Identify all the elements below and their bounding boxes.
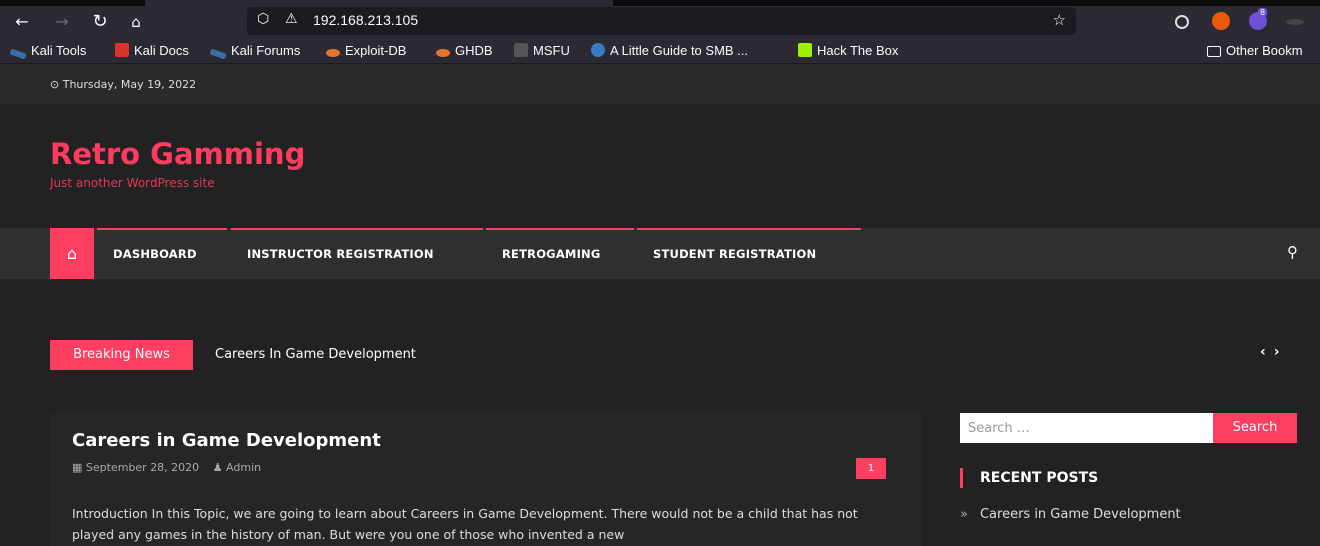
- bookmark-ghdb[interactable]: GHDB: [436, 43, 493, 58]
- search-input[interactable]: [960, 413, 1213, 443]
- folder-icon: [1207, 46, 1221, 57]
- search-button[interactable]: Search: [1213, 413, 1297, 443]
- msfu-icon: [514, 43, 528, 57]
- url-text[interactable]: 192.168.213.105: [313, 12, 418, 28]
- extension-badge: 8: [1258, 8, 1268, 17]
- url-bar[interactable]: ⬡ ⚠ 192.168.213.105 ☆: [247, 7, 1076, 35]
- home-icon: ⌂: [66, 244, 78, 263]
- browser-toolbar: ← → ↻ ⌂ ⬡ ⚠ 192.168.213.105 ☆ 8: [0, 6, 1320, 38]
- comment-count-badge[interactable]: 1: [856, 458, 886, 479]
- hackthebox-icon: [798, 43, 812, 57]
- site-tagline: Just another WordPress site: [50, 176, 215, 190]
- extension-hat-icon[interactable]: [1286, 19, 1304, 25]
- forward-arrow-icon[interactable]: →: [50, 10, 74, 34]
- breaking-news-headline[interactable]: Careers In Game Development: [215, 347, 416, 362]
- home-menu-button[interactable]: ⌂: [50, 228, 94, 279]
- article-title[interactable]: Careers in Game Development: [72, 430, 381, 451]
- bookmark-smb-guide[interactable]: A Little Guide to SMB ...: [591, 43, 748, 58]
- double-chevron-icon: »: [960, 507, 968, 522]
- bookmark-star-icon[interactable]: ☆: [1053, 11, 1066, 29]
- bookmark-hack-the-box[interactable]: Hack The Box: [798, 43, 898, 58]
- home-icon[interactable]: ⌂: [124, 10, 148, 34]
- menu-item-instructor-registration[interactable]: INSTRUCTOR REGISTRATION: [231, 228, 483, 279]
- article-author[interactable]: Admin: [226, 461, 261, 474]
- calendar-icon: ▦: [72, 461, 86, 474]
- bookmark-kali-docs[interactable]: Kali Docs: [115, 43, 189, 58]
- menu-item-student-registration[interactable]: STUDENT REGISTRATION: [637, 228, 861, 279]
- kali-icon: [209, 48, 227, 60]
- search-icon[interactable]: ⚲: [1287, 243, 1298, 261]
- ticker-controls: ‹›: [1260, 344, 1288, 360]
- bookmark-kali-forums[interactable]: Kali Forums: [209, 43, 300, 60]
- article-date[interactable]: September 28, 2020: [86, 461, 199, 474]
- kali-icon: [9, 48, 27, 60]
- article-meta: ▦ September 28, 2020 ♟ Admin: [72, 461, 261, 474]
- menu-item-retrogaming[interactable]: RETROGAMING: [486, 228, 634, 279]
- bookmarks-toolbar: Kali Tools Kali Docs Kali Forums Exploit…: [0, 38, 1320, 64]
- article-excerpt: Introduction In this Topic, we are going…: [72, 506, 858, 542]
- bookmark-msfu[interactable]: MSFU: [514, 43, 570, 58]
- menu-item-dashboard[interactable]: DASHBOARD: [97, 228, 227, 279]
- chevron-left-icon[interactable]: ‹: [1260, 344, 1274, 360]
- site-top-bar: ⊙ Thursday, May 19, 2022: [0, 64, 1320, 104]
- chevron-right-icon[interactable]: ›: [1274, 344, 1288, 360]
- breaking-news-label: Breaking News: [50, 340, 193, 370]
- ghdb-icon: [436, 49, 450, 57]
- kali-docs-icon: [115, 43, 129, 57]
- bookmark-kali-tools[interactable]: Kali Tools: [9, 43, 86, 60]
- extension-fox-icon[interactable]: [1212, 12, 1230, 30]
- current-date: ⊙ Thursday, May 19, 2022: [50, 78, 197, 91]
- recent-posts-heading: RECENT POSTS: [960, 468, 1098, 488]
- lock-icon[interactable]: ⚠: [285, 11, 298, 27]
- main-menu: ⌂ DASHBOARD INSTRUCTOR REGISTRATION RETR…: [0, 228, 1320, 279]
- other-bookmarks[interactable]: Other Bookm: [1207, 43, 1303, 58]
- reload-icon[interactable]: ↻: [88, 10, 112, 34]
- clock-icon: ⊙: [50, 78, 63, 91]
- bookmark-exploit-db[interactable]: Exploit-DB: [326, 43, 406, 58]
- wordpress-icon: [591, 43, 605, 57]
- site-title[interactable]: Retro Gamming: [50, 137, 305, 171]
- exploit-db-icon: [326, 49, 340, 57]
- back-arrow-icon[interactable]: ←: [10, 10, 34, 34]
- user-icon: ♟: [212, 461, 227, 474]
- shield-icon[interactable]: ⬡: [257, 11, 269, 27]
- pocket-icon[interactable]: [1175, 15, 1189, 29]
- recent-post-item[interactable]: » Careers in Game Development: [960, 507, 1181, 522]
